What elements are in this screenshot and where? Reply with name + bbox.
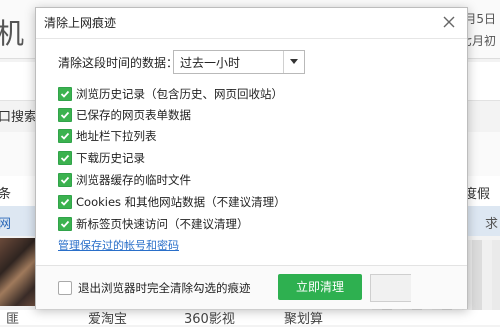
close-icon	[443, 16, 455, 28]
checkbox-label: 浏览历史记录（包含历史、网页回收站）	[76, 87, 283, 101]
checkbox-checked-icon[interactable]	[58, 173, 72, 187]
time-range-label: 清除这段时间的数据：	[58, 56, 179, 70]
background-link-wang[interactable]: 网	[0, 213, 11, 232]
close-button[interactable]	[439, 12, 459, 32]
clear-now-button[interactable]: 立即清理	[278, 274, 362, 300]
checkbox-label: 地址栏下拉列表	[76, 129, 157, 143]
time-range-select[interactable]: 过去一小时	[173, 50, 305, 74]
checkbox-label: Cookies 和其他网站数据（不建议清理）	[76, 195, 286, 209]
checkbox-label: 新标签页快速访问（不建议清理）	[76, 217, 249, 231]
dialog-titlebar: 清除上网痕迹	[36, 8, 467, 39]
time-range-value: 过去一小时	[180, 56, 241, 70]
clear-on-exit-label[interactable]: 退出浏览器时完全清除勾选的痕迹	[78, 280, 251, 296]
checkbox-checked-icon[interactable]	[58, 129, 72, 143]
manage-passwords-link[interactable]: 管理保存过的帐号和密码	[58, 237, 179, 253]
checkbox-checked-icon[interactable]	[58, 151, 72, 165]
checkbox-label: 浏览器缓存的临时文件	[76, 173, 191, 187]
background-link-qiu[interactable]: 求	[485, 213, 498, 232]
dropdown-arrow-button[interactable]	[283, 51, 304, 73]
background-bottom-link[interactable]: 匪	[6, 308, 19, 327]
checkbox-checked-icon[interactable]	[58, 195, 72, 209]
background-bottom-link[interactable]: 爱淘宝	[88, 308, 127, 327]
checkbox-label: 已保存的网页表单数据	[76, 108, 191, 122]
background-tab-fragment[interactable]: 条	[0, 183, 11, 202]
checkbox-label: 下载历史记录	[76, 151, 145, 165]
background-thumbnail-image[interactable]	[0, 238, 36, 306]
checkbox-checked-icon[interactable]	[58, 108, 72, 122]
cancel-button[interactable]	[370, 274, 411, 302]
dialog-footer: 退出浏览器时完全清除勾选的痕迹 立即清理	[36, 265, 467, 309]
checkbox-checked-icon[interactable]	[58, 87, 72, 101]
clear-history-dialog: 清除上网痕迹 清除这段时间的数据： 过去一小时 浏览历史记录（包含历史、网页回收…	[35, 7, 468, 309]
background-bottom-link[interactable]: 聚划算	[284, 308, 323, 327]
clear-on-exit-checkbox[interactable]	[58, 281, 72, 295]
background-bottom-link[interactable]: 360影视	[184, 308, 235, 327]
background-logo-fragment: 机	[0, 17, 25, 50]
background-search-fragment[interactable]: 口搜索	[0, 106, 37, 125]
dialog-title: 清除上网痕迹	[44, 16, 117, 30]
checkbox-checked-icon[interactable]	[58, 217, 72, 231]
background-bottom-links: 匪 爱淘宝 360影视 聚划算	[0, 308, 500, 327]
chevron-down-icon	[290, 59, 298, 64]
